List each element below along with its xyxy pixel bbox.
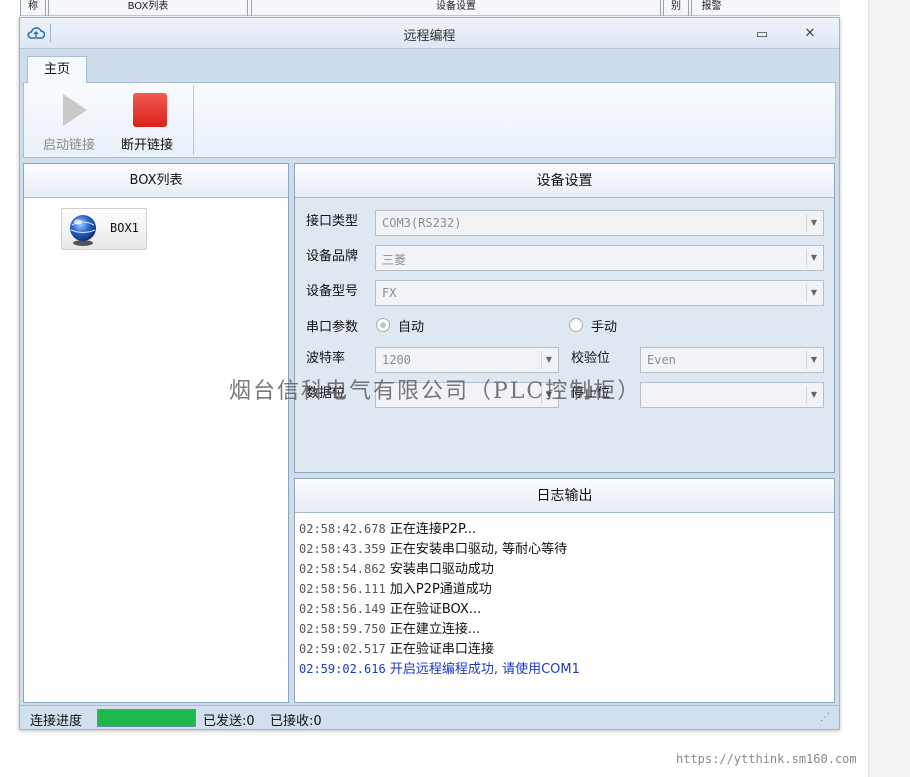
- close-icon[interactable]: ✕: [801, 26, 819, 42]
- ribbon-group-connection: 启动链接 断开链接: [34, 85, 194, 155]
- watermark: 烟台信科电气有限公司（PLC控制柜）: [229, 379, 642, 404]
- log-message: 正在建立连接...: [389, 622, 481, 637]
- start-link-label: 启动链接: [42, 138, 95, 153]
- brand-label: 设备品牌: [306, 249, 359, 264]
- log-time: 02:59:02.616: [299, 662, 386, 676]
- chevron-down-icon: ▼: [806, 284, 821, 302]
- log-line: 02:58:56.149 正在验证BOX...: [299, 599, 829, 619]
- resize-grip-icon[interactable]: ⋰: [820, 712, 830, 723]
- start-link-button[interactable]: 启动链接: [34, 89, 104, 153]
- sent-count: 已发送:0: [203, 714, 255, 729]
- ribbon-toolbar: 启动链接 断开链接: [23, 82, 836, 158]
- log-message: 正在验证BOX...: [389, 602, 482, 617]
- status-bar: 连接进度 已发送:0 已接收:0 ⋰: [20, 705, 839, 729]
- log-line: 02:58:43.359 正在安装串口驱动, 等耐心等待: [299, 539, 829, 559]
- log-message: 正在连接P2P...: [389, 522, 477, 537]
- stop-link-label: 断开链接: [120, 138, 173, 153]
- stop-link-button[interactable]: 断开链接: [112, 89, 182, 153]
- box-list-item[interactable]: BOX1: [61, 208, 147, 250]
- device-settings-panel: 设备设置 接口类型 COM3(RS232) ▼ 设备品牌 三菱 ▼ 设备型号 F…: [294, 163, 835, 473]
- log-time: 02:58:59.750: [299, 622, 386, 636]
- header-col-type: 别: [663, 0, 689, 16]
- globe-icon: [70, 215, 96, 246]
- parity-select[interactable]: Even ▼: [640, 347, 824, 373]
- model-select[interactable]: FX ▼: [375, 280, 824, 306]
- log-line: 02:58:56.111 加入P2P通道成功: [299, 579, 829, 599]
- baud-label: 波特率: [306, 351, 346, 366]
- header-col-device-settings: 设备设置: [251, 0, 661, 16]
- baud-select[interactable]: 1200 ▼: [375, 347, 559, 373]
- chevron-down-icon: ▼: [806, 249, 821, 267]
- radio-manual[interactable]: [569, 318, 583, 332]
- parity-label: 校验位: [571, 351, 611, 366]
- log-line: 02:58:59.750 正在建立连接...: [299, 619, 829, 639]
- model-label: 设备型号: [306, 284, 359, 299]
- stop-icon: [133, 93, 167, 127]
- box-list-header: BOX列表: [24, 164, 288, 198]
- log-time: 02:59:02.517: [299, 642, 386, 656]
- device-settings-header: 设备设置: [295, 164, 834, 198]
- connection-progress-label: 连接进度: [30, 714, 83, 729]
- log-lines: 02:58:42.678 正在连接P2P... 02:58:43.359 正在安…: [299, 519, 829, 679]
- box-label: BOX1: [110, 221, 139, 235]
- minimize-icon[interactable]: ▭: [754, 28, 770, 42]
- connection-progress-bar: [97, 709, 196, 727]
- log-line: 02:58:42.678 正在连接P2P...: [299, 519, 829, 539]
- log-message: 正在验证串口连接: [389, 642, 494, 657]
- interface-type-value: COM3(RS232): [382, 216, 462, 230]
- header-col-box-list: BOX列表: [48, 0, 248, 16]
- received-count: 已接收:0: [270, 714, 322, 729]
- box-list-panel: BOX列表 BOX1: [23, 163, 289, 703]
- log-line-success: 02:59:02.616 开启远程编程成功, 请使用COM1: [299, 659, 829, 679]
- log-line: 02:58:54.862 安装串口驱动成功: [299, 559, 829, 579]
- log-message: 安装串口驱动成功: [389, 562, 494, 577]
- brand-value: 三菱: [382, 253, 407, 267]
- chevron-down-icon: ▼: [541, 351, 556, 369]
- log-time: 02:58:56.111: [299, 582, 386, 596]
- model-value: FX: [382, 286, 397, 300]
- chevron-down-icon: ▼: [806, 386, 821, 404]
- radio-auto-label: 自动: [398, 320, 425, 335]
- chevron-down-icon: ▼: [806, 351, 821, 369]
- brand-select[interactable]: 三菱 ▼: [375, 245, 824, 271]
- play-icon: [63, 94, 87, 126]
- right-background-area: [868, 0, 910, 777]
- baud-value: 1200: [382, 353, 411, 367]
- log-output-header: 日志输出: [295, 479, 834, 513]
- log-time: 02:58:43.359: [299, 542, 386, 556]
- header-col-alarm: 报警: [691, 0, 731, 16]
- interface-type-select[interactable]: COM3(RS232) ▼: [375, 210, 824, 236]
- serial-params-label: 串口参数: [306, 320, 359, 335]
- radio-auto[interactable]: [376, 318, 390, 332]
- log-line: 02:59:02.517 正在验证串口连接: [299, 639, 829, 659]
- site-url: https://ytthink.sm160.com: [676, 752, 857, 766]
- parity-value: Even: [647, 353, 676, 367]
- log-message: 加入P2P通道成功: [389, 582, 492, 597]
- stopbits-select[interactable]: ▼: [640, 382, 824, 408]
- log-output-panel: 日志输出 02:58:42.678 正在连接P2P... 02:58:43.35…: [294, 478, 835, 703]
- background-app-header: 称 BOX列表 设备设置 别 报警: [20, 0, 840, 16]
- header-col-name: 称: [20, 0, 46, 16]
- radio-manual-label: 手动: [591, 320, 618, 335]
- log-message: 正在安装串口驱动, 等耐心等待: [389, 542, 568, 557]
- connection-progress-fill: [98, 710, 195, 726]
- log-time: 02:58:42.678: [299, 522, 386, 536]
- window-title: 远程编程: [403, 29, 456, 44]
- interface-type-label: 接口类型: [306, 214, 359, 229]
- chevron-down-icon: ▼: [806, 214, 821, 232]
- log-time: 02:58:54.862: [299, 562, 386, 576]
- tab-home[interactable]: 主页: [27, 56, 87, 83]
- log-message: 开启远程编程成功, 请使用COM1: [389, 662, 580, 677]
- log-time: 02:58:56.149: [299, 602, 386, 616]
- title-bar[interactable]: 远程编程 ▭ ✕: [20, 18, 839, 49]
